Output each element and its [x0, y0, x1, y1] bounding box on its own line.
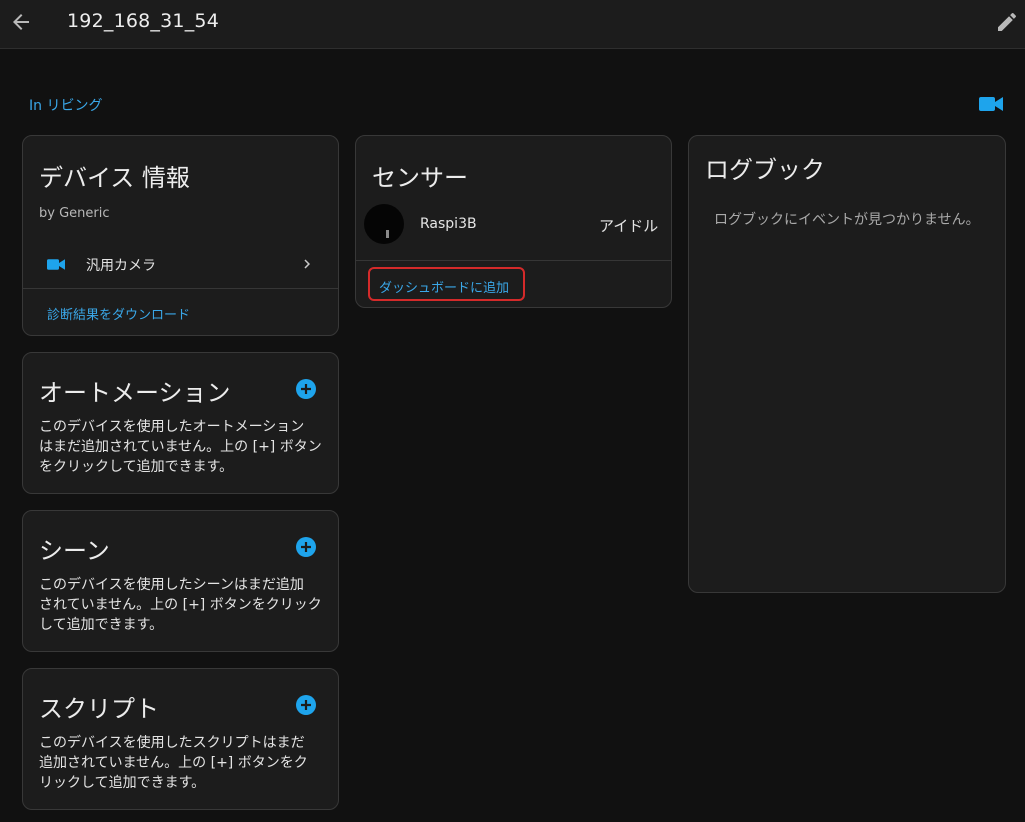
page-title: 192_168_31_54	[67, 10, 219, 32]
text-line: リックして追加できます。	[39, 775, 206, 791]
add-to-dashboard-button[interactable]: ダッシュボードに追加	[379, 277, 509, 296]
back-arrow-icon[interactable]	[9, 10, 33, 34]
logbook-card: ログブック ログブックにイベントが見つかりません。	[688, 135, 1006, 593]
device-info-card: デバイス 情報 by Generic 汎用カメラ 診断結果をダウンロード	[22, 135, 339, 336]
pencil-icon[interactable]	[995, 10, 1019, 34]
entity-name: Raspi3B	[420, 216, 477, 232]
plus-circle-icon[interactable]	[296, 695, 316, 715]
text-line: 追加されていません。上の [+] ボタンをク	[39, 755, 308, 771]
video-camera-icon[interactable]	[978, 94, 1004, 114]
top-app-bar: 192_168_31_54	[0, 0, 1025, 49]
sensor-card: センサー Raspi3B アイドル ダッシュボードに追加	[355, 135, 672, 308]
sensor-title: センサー	[372, 164, 468, 192]
plus-circle-icon[interactable]	[296, 379, 316, 399]
manufacturer-text: by Generic	[39, 206, 110, 221]
automation-card: オートメーション このデバイスを使用したオートメーション はまだ追加されていませ…	[22, 352, 339, 494]
device-info-title: デバイス 情報	[39, 164, 190, 192]
entity-row-generic-camera[interactable]: 汎用カメラ	[23, 248, 338, 280]
entity-state: アイドル	[599, 217, 659, 235]
plus-circle-icon[interactable]	[296, 537, 316, 557]
entity-label: 汎用カメラ	[86, 258, 156, 274]
script-title: スクリプト	[39, 695, 159, 723]
text-line: されていません。上の [+] ボタンをクリック	[39, 597, 322, 613]
logbook-title: ログブック	[705, 156, 825, 184]
script-empty-text: このデバイスを使用したスクリプトはまだ 追加されていません。上の [+] ボタン…	[39, 733, 329, 793]
entity-row-raspi3b[interactable]: Raspi3B アイドル	[356, 202, 671, 246]
scene-title: シーン	[39, 537, 110, 565]
video-camera-icon	[46, 257, 66, 276]
text-line: このデバイスを使用したスクリプトはまだ	[39, 735, 305, 751]
text-line: して追加できます。	[39, 617, 164, 633]
area-link[interactable]: In リビング	[29, 95, 102, 115]
automation-title: オートメーション	[39, 379, 231, 407]
scene-empty-text: このデバイスを使用したシーンはまだ追加 されていません。上の [+] ボタンをク…	[39, 575, 329, 635]
thumbnail-detail	[386, 230, 389, 238]
download-diagnostics-link[interactable]: 診断結果をダウンロード	[47, 304, 190, 323]
automation-empty-text: このデバイスを使用したオートメーション はまだ追加されていません。上の [+] …	[39, 417, 329, 477]
chevron-right-icon	[298, 255, 316, 277]
logbook-empty-message: ログブックにイベントが見つかりません。	[714, 212, 980, 228]
divider	[23, 288, 338, 289]
scene-card: シーン このデバイスを使用したシーンはまだ追加 されていません。上の [+] ボ…	[22, 510, 339, 652]
text-line: をクリックして追加できます。	[39, 459, 234, 475]
divider	[356, 260, 671, 261]
text-line: このデバイスを使用したオートメーション	[39, 419, 305, 435]
text-line: このデバイスを使用したシーンはまだ追加	[39, 577, 304, 593]
text-line: はまだ追加されていません。上の [+] ボタン	[39, 439, 322, 455]
script-card: スクリプト このデバイスを使用したスクリプトはまだ 追加されていません。上の […	[22, 668, 339, 810]
camera-thumbnail	[364, 204, 404, 244]
